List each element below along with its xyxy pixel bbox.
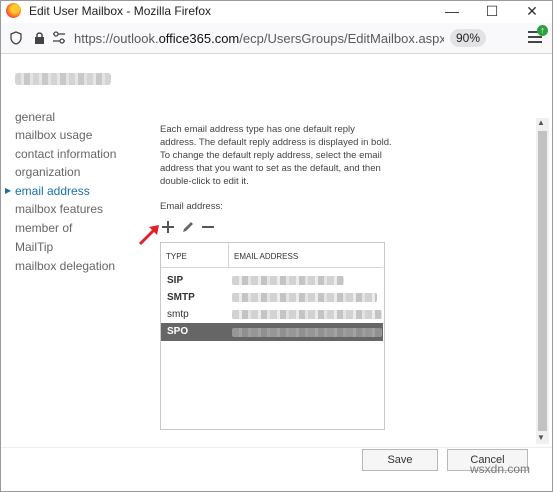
- row-type: SIP: [167, 275, 184, 286]
- red-pointer-arrow-icon: [138, 225, 159, 246]
- lock-icon[interactable]: [34, 31, 45, 44]
- window-title: Edit User Mailbox - Mozilla Firefox: [29, 4, 212, 18]
- maximize-button[interactable]: ☐: [472, 0, 512, 22]
- email-value-blurred: [232, 293, 377, 302]
- nav-item-mailbox-features[interactable]: mailbox features: [15, 202, 103, 216]
- watermark: wsxdn.com: [470, 462, 531, 476]
- nav-item-mailbox-delegation[interactable]: mailbox delegation: [15, 259, 115, 273]
- row-type: SPO: [167, 326, 189, 337]
- email-value-blurred: [232, 310, 382, 319]
- table-row[interactable]: SMTP: [161, 290, 383, 306]
- url-domain: office365.com: [158, 31, 240, 46]
- table-row[interactable]: SIP: [161, 273, 383, 289]
- table-row-selected[interactable]: SPO: [161, 323, 383, 341]
- column-header-email-address[interactable]: EMAIL ADDRESS: [234, 252, 298, 261]
- email-value-blurred: [232, 328, 382, 337]
- scroll-up-arrow-icon[interactable]: ▲: [537, 118, 545, 127]
- nav-item-mailbox-usage[interactable]: mailbox usage: [15, 128, 92, 142]
- nav-item-organization[interactable]: organization: [15, 165, 80, 179]
- remove-icon[interactable]: [200, 219, 216, 235]
- row-type: smtp: [167, 309, 189, 320]
- shield-icon[interactable]: [10, 31, 22, 45]
- url-suffix: /ecp/UsersGroups/EditMailbox.aspx?Activ: [239, 31, 444, 46]
- url-field[interactable]: https://outlook.office365.com/ecp/UsersG…: [74, 31, 444, 46]
- nav-item-mailtip[interactable]: MailTip: [15, 240, 53, 254]
- nav-item-contact-information[interactable]: contact information: [15, 147, 116, 161]
- add-icon[interactable]: [160, 219, 176, 235]
- email-address-label: Email address:: [160, 201, 223, 212]
- mailbox-owner-name-blurred: [15, 73, 111, 85]
- nav-item-member-of[interactable]: member of: [15, 221, 72, 235]
- update-available-icon: ↑: [537, 25, 548, 36]
- zoom-indicator[interactable]: 90%: [450, 29, 486, 47]
- nav-item-general[interactable]: general: [15, 110, 55, 124]
- description-text: Each email address type has one default …: [160, 124, 392, 187]
- permissions-icon[interactable]: [52, 31, 66, 44]
- nav-item-email-address[interactable]: email address: [15, 184, 90, 198]
- scroll-down-arrow-icon[interactable]: ▼: [537, 433, 545, 442]
- scrollbar-thumb[interactable]: [538, 131, 547, 431]
- firefox-logo-icon: [6, 3, 21, 18]
- table-row[interactable]: smtp: [161, 307, 383, 323]
- header-divider: [161, 267, 383, 268]
- row-type: SMTP: [167, 292, 195, 303]
- footer-divider: [1, 447, 552, 448]
- save-button[interactable]: Save: [362, 449, 438, 471]
- nav-selected-arrow-icon: ▶: [5, 186, 12, 195]
- url-prefix: https://outlook.: [74, 31, 159, 46]
- email-value-blurred: [232, 276, 344, 285]
- column-divider: [228, 243, 229, 267]
- minimize-button[interactable]: —: [432, 0, 472, 22]
- close-button[interactable]: ✕: [512, 0, 552, 22]
- column-header-type[interactable]: TYPE: [166, 252, 187, 261]
- edit-pencil-icon[interactable]: [180, 219, 196, 235]
